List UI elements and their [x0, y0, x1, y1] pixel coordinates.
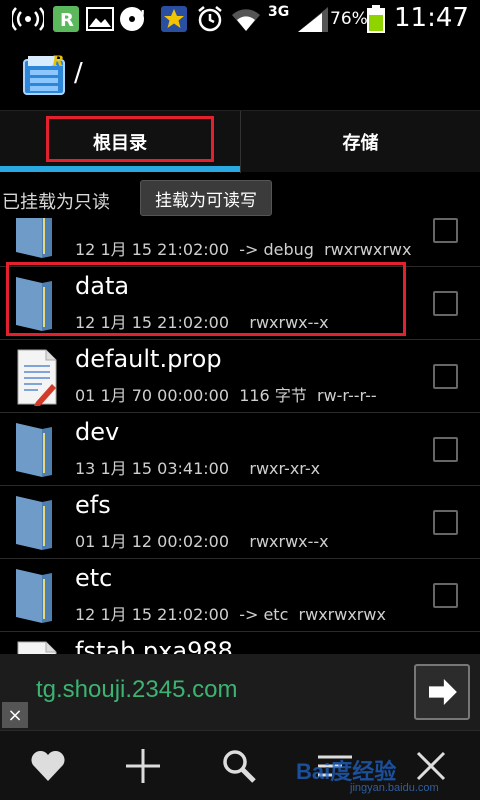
svg-text:!: ! [140, 8, 145, 22]
svg-text:R: R [60, 10, 74, 31]
select-checkbox[interactable] [433, 583, 458, 608]
select-checkbox[interactable] [433, 437, 458, 462]
highlight-box-data [6, 262, 406, 336]
mount-rw-button[interactable]: 挂载为可读写 [140, 180, 272, 216]
list-item-debug[interactable]: 12 1月 15 21:02:00 -> debug rwxrwxrwx [0, 218, 480, 267]
root-explorer-logo-icon[interactable]: R [22, 52, 66, 96]
list-item-default-prop[interactable]: default.prop 01 1月 70 00:00:00 116 字节 rw… [0, 340, 480, 413]
folder-icon [16, 218, 52, 258]
file-list: 12 1月 15 21:02:00 -> debug rwxrwxrwx dat… [0, 218, 480, 654]
tab-selected-indicator [0, 166, 240, 172]
select-checkbox[interactable] [433, 291, 458, 316]
current-path: / [74, 58, 83, 88]
ad-close-button[interactable]: × [2, 702, 28, 728]
star-app-icon [161, 6, 187, 32]
ad-link-text[interactable]: tg.shouji.2345.com [36, 676, 237, 704]
svg-text:R: R [51, 54, 64, 70]
disc-icon: ! [120, 7, 145, 31]
list-item-etc[interactable]: etc 12 1月 15 21:02:00 -> etc rwxrwxrwx [0, 559, 480, 632]
clock: 11:47 [394, 3, 469, 33]
file-name: etc [75, 564, 113, 592]
file-name: default.prop [75, 345, 222, 373]
file-name: dev [75, 418, 120, 446]
file-meta: 01 1月 12 00:02:00 rwxrwx--x [75, 532, 329, 551]
status-bar: R ! 3G 76% 11:47 [0, 0, 480, 38]
file-meta: 12 1月 15 21:02:00 -> etc rwxrwxrwx [75, 605, 386, 624]
folder-icon [16, 496, 52, 550]
gallery-icon [86, 7, 114, 31]
select-checkbox[interactable] [433, 510, 458, 535]
heart-icon[interactable] [27, 745, 69, 787]
network-type: 3G [268, 4, 290, 20]
list-item-dev[interactable]: dev 13 1月 15 03:41:00 rwxr-xr-x [0, 413, 480, 486]
file-meta: 12 1月 15 21:02:00 -> debug rwxrwxrwx [75, 240, 412, 259]
list-item-efs[interactable]: efs 01 1月 12 00:02:00 rwxrwx--x [0, 486, 480, 559]
wifi-hotspot-icon [12, 7, 44, 31]
mount-status: 已挂载为只读 [2, 192, 110, 213]
ad-banner[interactable]: tg.shouji.2345.com × [0, 654, 480, 730]
app-header: R / [0, 38, 480, 110]
document-icon [17, 641, 57, 654]
tab-bar: 根目录 存储 [0, 110, 480, 173]
file-name: efs [75, 491, 111, 519]
wifi-icon [232, 9, 260, 31]
select-checkbox[interactable] [433, 218, 458, 243]
file-name: fstab.pxa988 [75, 637, 233, 654]
r-app-icon: R [53, 6, 79, 32]
plus-icon[interactable] [122, 745, 164, 787]
signal-icon [298, 7, 328, 32]
close-icon[interactable] [410, 745, 452, 787]
file-meta: 01 1月 70 00:00:00 116 字节 rw-r--r-- [75, 386, 377, 405]
document-icon [17, 349, 57, 406]
battery-percent: 76% [330, 9, 368, 29]
baidu-watermark-url: jingyan.baidu.com [350, 782, 439, 794]
file-meta: 13 1月 15 03:41:00 rwxr-xr-x [75, 459, 321, 478]
folder-icon [16, 423, 52, 477]
folder-icon [16, 569, 52, 623]
tab-storage[interactable]: 存储 [240, 111, 480, 173]
alarm-icon [198, 6, 222, 32]
list-item-fstab[interactable]: fstab.pxa988 [0, 632, 480, 654]
tab-storage-label: 存储 [342, 133, 379, 154]
select-checkbox[interactable] [433, 364, 458, 389]
battery-icon [367, 5, 385, 33]
search-icon[interactable] [218, 745, 260, 787]
arrow-right-icon[interactable] [414, 664, 470, 720]
highlight-box-tab [46, 116, 214, 162]
